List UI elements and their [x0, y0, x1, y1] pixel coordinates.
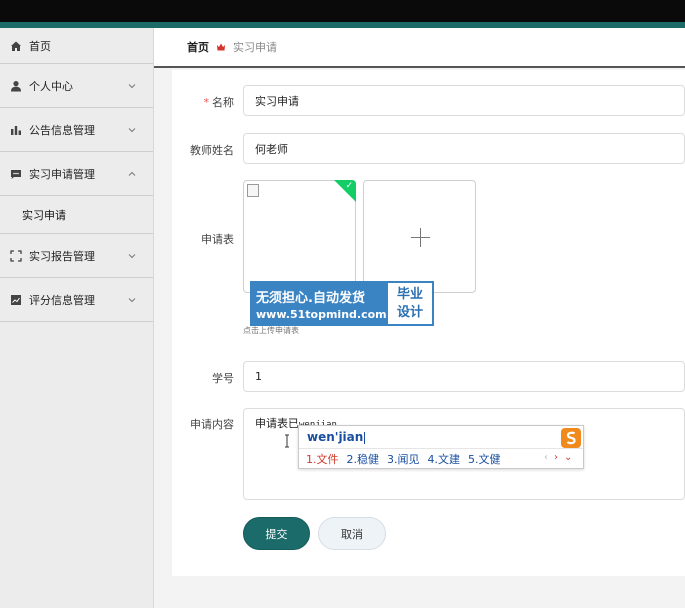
watermark-line2: www.51topmind.com [256, 307, 387, 321]
sidebar-subitem-internship-application[interactable]: 实习申请 [0, 196, 153, 234]
ime-candidate[interactable]: 2.稳健 [347, 451, 380, 467]
ime-next-icon[interactable]: › [554, 452, 558, 463]
sidebar-item-announcements[interactable]: 公告信息管理 [0, 108, 153, 152]
ime-candidate[interactable]: 1.文件 [306, 451, 339, 467]
check-icon: ✓ [345, 181, 353, 191]
sidebar-item-label: 实习报告管理 [29, 249, 95, 263]
home-icon [10, 40, 22, 52]
cancel-button[interactable]: 取消 [318, 517, 386, 550]
breadcrumb: 首页 实习申请 [154, 28, 685, 68]
crown-separator-icon [216, 42, 226, 52]
sidebar-subitem-label: 实习申请 [22, 208, 66, 222]
top-bar [0, 0, 685, 22]
chevron-up-icon [127, 169, 137, 179]
trend-chart-icon [10, 294, 22, 306]
ime-prev-icon[interactable]: ‹ [544, 452, 548, 463]
ime-candidate[interactable]: 4.文建 [428, 451, 461, 467]
chevron-down-icon [127, 81, 137, 91]
breadcrumb-current: 实习申请 [233, 41, 277, 54]
watermark-text-block: 无须担心.自动发货 www.51topmind.com [250, 281, 387, 326]
sidebar: 首页 个人中心 公告信息管理 实习申请管理 实习申请 实习报告管理 评分信息管理 [0, 28, 154, 608]
bar-chart-icon [10, 124, 22, 136]
sidebar-item-internship-reports[interactable]: 实习报告管理 [0, 234, 153, 278]
ime-pinyin: wen'jian [307, 430, 366, 444]
ime-candidates: 1.文件 2.稳健 3.闻见 4.文建 5.文健 [306, 451, 501, 467]
teacher-input[interactable]: 何老师 [243, 133, 685, 164]
watermark-badge-line1: 毕业 [396, 286, 423, 302]
name-label: * 名称 [203, 96, 235, 109]
chevron-down-icon [127, 125, 137, 135]
sidebar-item-label: 个人中心 [29, 79, 73, 93]
teacher-label: 教师姓名 [190, 144, 234, 157]
sidebar-item-label: 实习申请管理 [29, 167, 95, 181]
ime-divider [299, 448, 583, 449]
user-icon [10, 80, 22, 92]
sidebar-item-profile[interactable]: 个人中心 [0, 64, 153, 108]
breadcrumb-home[interactable]: 首页 [187, 39, 209, 55]
submit-button[interactable]: 提交 [243, 517, 310, 550]
sogou-logo-icon [560, 427, 582, 449]
ime-candidate[interactable]: 5.文健 [468, 451, 501, 467]
uploaded-file-thumbnail[interactable]: ✓ [243, 180, 356, 293]
ime-candidate-window: wen'jian 1.文件 2.稳健 3.闻见 4.文建 5.文健 [298, 425, 584, 469]
plus-icon-vertical [420, 228, 421, 247]
chevron-down-icon [127, 295, 137, 305]
sidebar-item-label: 首页 [29, 39, 51, 53]
scan-icon [10, 249, 22, 262]
chevron-down-icon [127, 251, 137, 261]
content-text: 申请表已 [255, 417, 299, 430]
watermark-overlay: 无须担心.自动发货 www.51topmind.com 毕业 设计 [250, 281, 434, 326]
watermark-badge-line2: 设计 [396, 304, 423, 320]
upload-button[interactable] [363, 180, 476, 293]
name-input[interactable]: 实习申请 [243, 85, 685, 116]
ime-pager: ‹ › ⌄ [544, 452, 572, 463]
message-icon [10, 168, 22, 180]
student-id-input[interactable]: 1 [243, 361, 685, 392]
ime-expand-icon[interactable]: ⌄ [564, 452, 572, 463]
watermark-badge: 毕业 设计 [386, 281, 434, 326]
broken-image-icon [247, 184, 259, 197]
content-label: 申请内容 [190, 418, 234, 431]
sidebar-item-internship-applications[interactable]: 实习申请管理 [0, 152, 153, 196]
sidebar-item-home[interactable]: 首页 [0, 28, 153, 64]
upload-hint: 点击上传申请表 [243, 326, 299, 335]
ime-candidate[interactable]: 3.闻见 [387, 451, 420, 467]
sidebar-item-label: 评分信息管理 [29, 293, 95, 307]
student-id-label: 学号 [212, 372, 234, 385]
application-form-label: 申请表 [201, 233, 234, 246]
sidebar-item-label: 公告信息管理 [29, 123, 95, 137]
text-cursor-icon [282, 433, 292, 448]
sidebar-item-score-info[interactable]: 评分信息管理 [0, 278, 153, 322]
watermark-line1: 无须担心.自动发货 [256, 290, 365, 306]
